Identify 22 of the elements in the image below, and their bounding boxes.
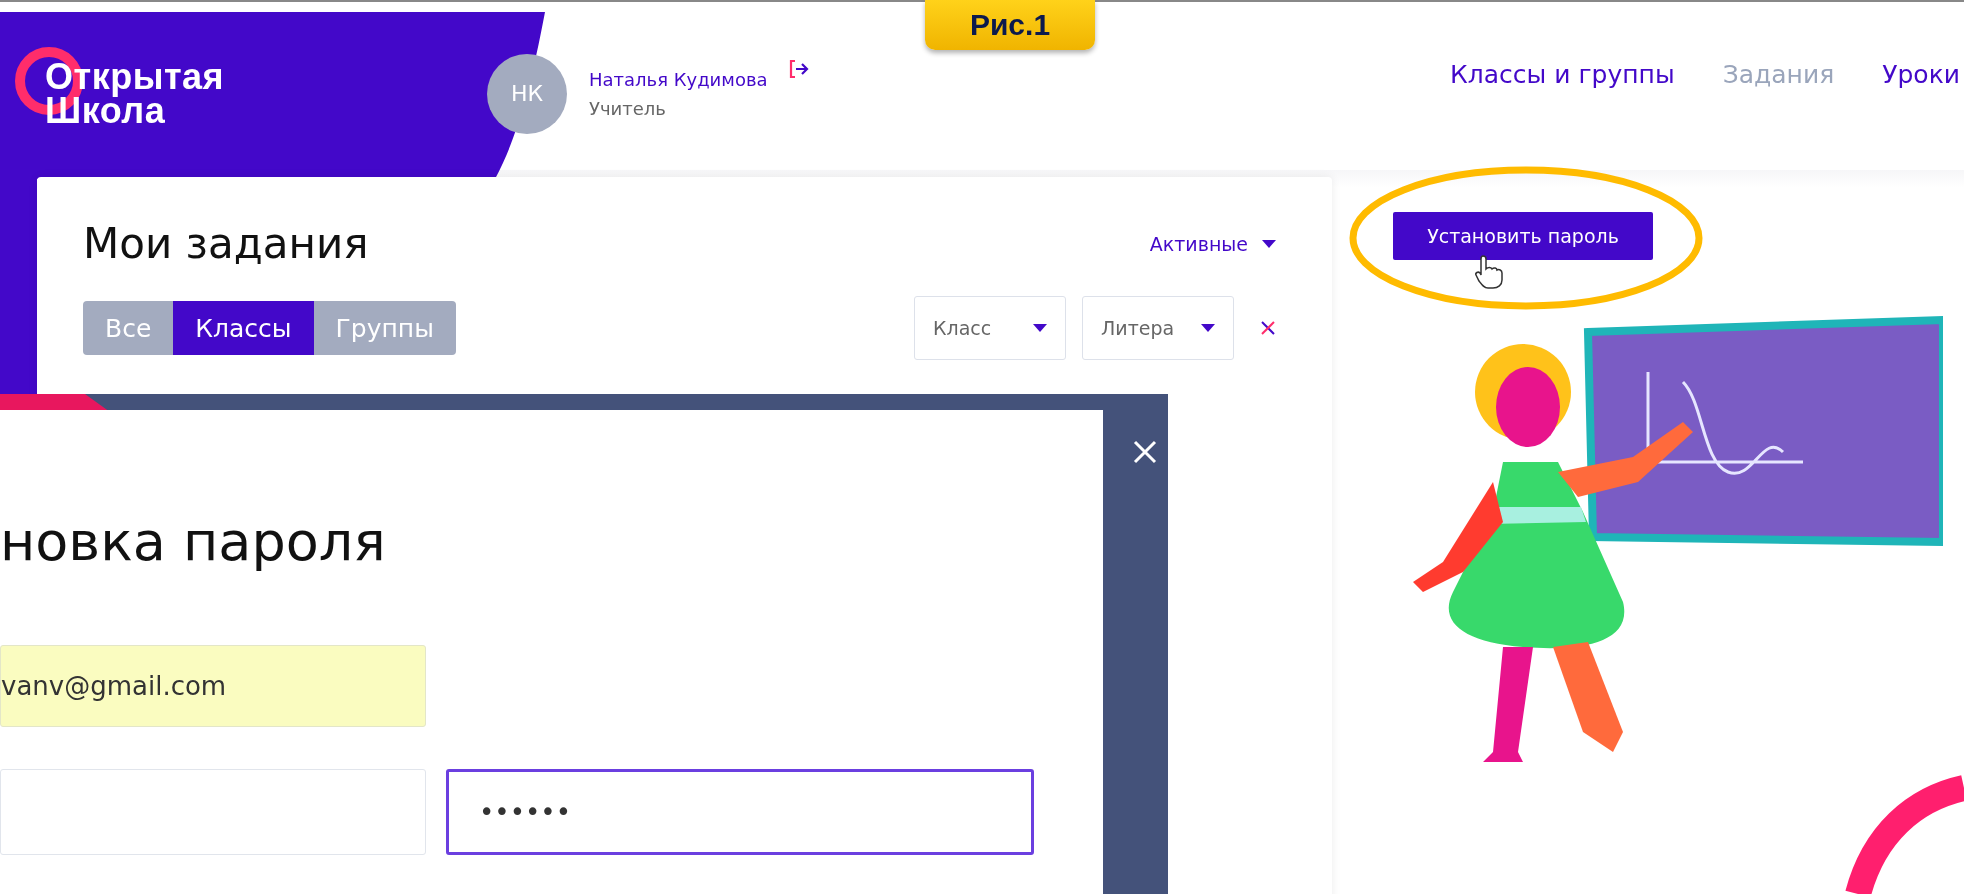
close-icon[interactable] xyxy=(1132,439,1158,465)
nav-link[interactable]: Уроки xyxy=(1882,60,1960,89)
password-field[interactable]: •••••• xyxy=(446,769,1034,855)
page-title: Мои задания xyxy=(83,219,369,268)
caret-icon xyxy=(1201,324,1215,332)
password-field[interactable] xyxy=(0,769,426,855)
figure-label: Рис.1 xyxy=(925,0,1095,50)
set-password-button[interactable]: Установить пароль xyxy=(1393,212,1653,260)
caret-icon xyxy=(1033,324,1047,332)
pointer-cursor-icon xyxy=(1474,254,1504,290)
clear-icon[interactable] xyxy=(1260,320,1276,336)
user-role: Учитель xyxy=(589,97,667,119)
caret-icon xyxy=(1262,239,1276,248)
logout-icon[interactable] xyxy=(787,57,810,80)
nav-link[interactable]: Классы и группы xyxy=(1450,60,1675,89)
select-dropdown[interactable]: Литера xyxy=(1082,296,1234,360)
select-dropdown[interactable]: Класс xyxy=(914,296,1066,360)
email-field[interactable]: vanv@gmail.com xyxy=(0,645,426,727)
tab[interactable]: Классы xyxy=(173,301,314,355)
user-name[interactable]: Наталья Кудимова xyxy=(589,68,768,90)
status-dropdown[interactable]: Активные xyxy=(1149,232,1276,255)
modal-title: новка пароля xyxy=(0,510,387,573)
